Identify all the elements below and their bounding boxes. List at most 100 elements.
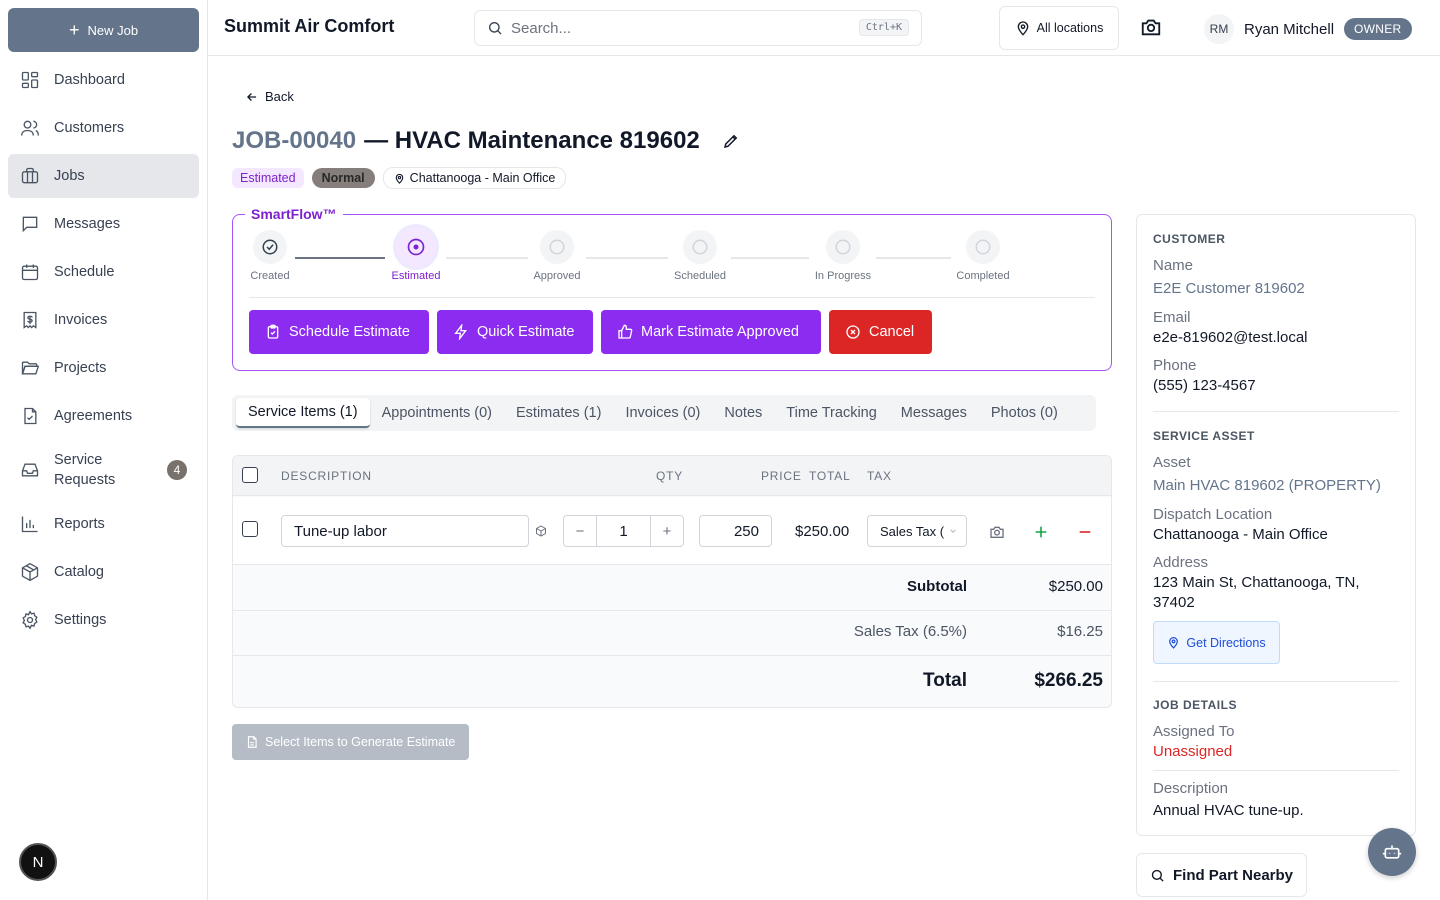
- address-line2: 37402: [1153, 594, 1195, 611]
- schedule-estimate-button[interactable]: Schedule Estimate: [249, 310, 429, 354]
- find-part-nearby-button[interactable]: Find Part Nearby: [1136, 853, 1307, 897]
- row-checkbox[interactable]: [242, 521, 258, 537]
- sidebar-item-jobs[interactable]: Jobs: [8, 154, 199, 198]
- description-input[interactable]: Tune-up labor: [281, 515, 529, 547]
- cancel-button[interactable]: Cancel: [829, 310, 932, 354]
- sidebar-item-dashboard[interactable]: Dashboard: [8, 58, 199, 102]
- pencil-icon[interactable]: [722, 132, 740, 150]
- search-input[interactable]: Search... Ctrl+K: [474, 10, 922, 46]
- file-check-icon: [24, 407, 37, 425]
- service-items-table: DESCRIPTION QTY PRICE TOTAL TAX Tune-up …: [232, 455, 1112, 708]
- tab-invoices[interactable]: Invoices (0): [613, 398, 712, 428]
- tab-appointments[interactable]: Appointments (0): [370, 398, 504, 428]
- tab-service-items[interactable]: Service Items (1): [236, 398, 370, 428]
- folder-icon: [21, 361, 40, 375]
- customer-panel: CUSTOMER Name E2E Customer 819602 Email …: [1136, 214, 1416, 836]
- customer-name-link[interactable]: E2E Customer 819602: [1153, 280, 1305, 297]
- find-part-label: Find Part Nearby: [1172, 866, 1294, 884]
- back-link[interactable]: Back: [245, 89, 294, 104]
- new-job-button[interactable]: + New Job: [8, 8, 199, 52]
- price-input[interactable]: 250: [699, 515, 772, 547]
- smartflow-label: SmartFlow™: [245, 206, 343, 222]
- step-circle: [253, 230, 287, 264]
- sidebar-item-reports[interactable]: Reports: [8, 502, 199, 546]
- col-total: TOTAL: [809, 469, 851, 483]
- col-description: DESCRIPTION: [281, 469, 372, 483]
- remove-row-icon[interactable]: [1077, 524, 1093, 540]
- plus-icon: +: [68, 20, 80, 40]
- dispatch-location: Chattanooga - Main Office: [1153, 526, 1328, 543]
- zap-icon: [454, 324, 467, 340]
- camera-icon[interactable]: [989, 524, 1005, 540]
- empty-circle-icon: [975, 239, 991, 255]
- description-label: Description: [1153, 780, 1229, 797]
- user-name: Ryan Mitchell: [1244, 20, 1335, 38]
- step-connector: [586, 257, 668, 259]
- step-circle: [683, 230, 717, 264]
- empty-circle-icon: [549, 239, 565, 255]
- smartflow-panel: SmartFlow™ Created Estimated Approved Sc…: [232, 206, 1112, 371]
- divider: [1153, 681, 1399, 682]
- avatar: RM: [1204, 14, 1234, 44]
- assistant-bot-button[interactable]: [1368, 828, 1416, 876]
- user-menu[interactable]: RM Ryan Mitchell OWNER: [1204, 14, 1412, 44]
- devtools-avatar[interactable]: N: [19, 843, 57, 881]
- sidebar-item-agreements[interactable]: Agreements: [8, 394, 199, 438]
- step-in-progress: In Progress: [803, 230, 883, 282]
- sidebar-item-customers[interactable]: Customers: [8, 106, 199, 150]
- location-selector[interactable]: All locations: [999, 6, 1119, 50]
- total-row: Total $266.25: [233, 656, 1111, 707]
- divider: [1153, 411, 1399, 412]
- check-circle-icon: [262, 239, 278, 255]
- tab-photos[interactable]: Photos (0): [979, 398, 1070, 428]
- add-row-icon[interactable]: [1033, 524, 1049, 540]
- sidebar-item-schedule[interactable]: Schedule: [8, 250, 199, 294]
- quantity-value[interactable]: 1: [596, 516, 651, 546]
- step-circle: [966, 230, 1000, 264]
- select-all-checkbox[interactable]: [242, 467, 258, 483]
- camera-button[interactable]: [1140, 16, 1164, 40]
- decrement-button[interactable]: −: [564, 516, 596, 546]
- sidebar-item-messages[interactable]: Messages: [8, 202, 199, 246]
- step-label: Estimated: [391, 270, 441, 282]
- details-section-title: JOB DETAILS: [1153, 698, 1237, 712]
- tax-select[interactable]: Sales Tax (: [867, 515, 967, 547]
- generate-estimate-button[interactable]: Select Items to Generate Estimate: [232, 724, 469, 760]
- asset-link[interactable]: Main HVAC 819602 (PROPERTY): [1153, 477, 1381, 494]
- sidebar-item-label: Jobs: [54, 168, 85, 184]
- schedule-estimate-label: Schedule Estimate: [289, 324, 410, 340]
- customer-section-title: CUSTOMER: [1153, 232, 1226, 246]
- sidebar-item-label: Customers: [54, 120, 125, 136]
- quick-estimate-button[interactable]: Quick Estimate: [437, 310, 593, 354]
- calendar-icon: [21, 264, 39, 281]
- increment-button[interactable]: +: [651, 516, 683, 546]
- step-label: Completed: [956, 270, 1010, 282]
- sidebar-item-projects[interactable]: Projects: [8, 346, 199, 390]
- step-circle: [826, 230, 860, 264]
- arrow-left-icon: [247, 92, 257, 101]
- tab-time-tracking[interactable]: Time Tracking: [774, 398, 889, 428]
- col-price: PRICE: [761, 469, 802, 483]
- get-directions-button[interactable]: Get Directions: [1153, 621, 1280, 664]
- sidebar-item-catalog[interactable]: Catalog: [8, 550, 199, 594]
- col-qty: QTY: [656, 469, 684, 483]
- tax-row: Sales Tax (6.5%) $16.25: [233, 611, 1111, 656]
- tab-notes[interactable]: Notes: [712, 398, 774, 428]
- company-name: Summit Air Comfort: [224, 16, 395, 36]
- sidebar-item-label: Messages: [54, 216, 121, 232]
- step-approved: Approved: [517, 230, 597, 282]
- sidebar-item-label: Invoices: [54, 312, 108, 328]
- step-scheduled: Scheduled: [660, 230, 740, 282]
- tab-estimates[interactable]: Estimates (1): [504, 398, 613, 428]
- step-label: Scheduled: [674, 270, 726, 282]
- subtotal-label: Subtotal: [907, 578, 967, 595]
- map-pin-icon: [1017, 21, 1028, 36]
- assigned-value[interactable]: Unassigned: [1153, 743, 1232, 760]
- package-icon[interactable]: [535, 525, 547, 537]
- sidebar-item-invoices[interactable]: Invoices: [8, 298, 199, 342]
- mark-approved-button[interactable]: Mark Estimate Approved: [601, 310, 821, 354]
- job-description: Annual HVAC tune-up.: [1153, 802, 1304, 819]
- sidebar-item-settings[interactable]: Settings: [8, 598, 199, 642]
- tab-messages[interactable]: Messages: [889, 398, 979, 428]
- sidebar-item-service-requests[interactable]: Service Requests 4: [8, 442, 199, 498]
